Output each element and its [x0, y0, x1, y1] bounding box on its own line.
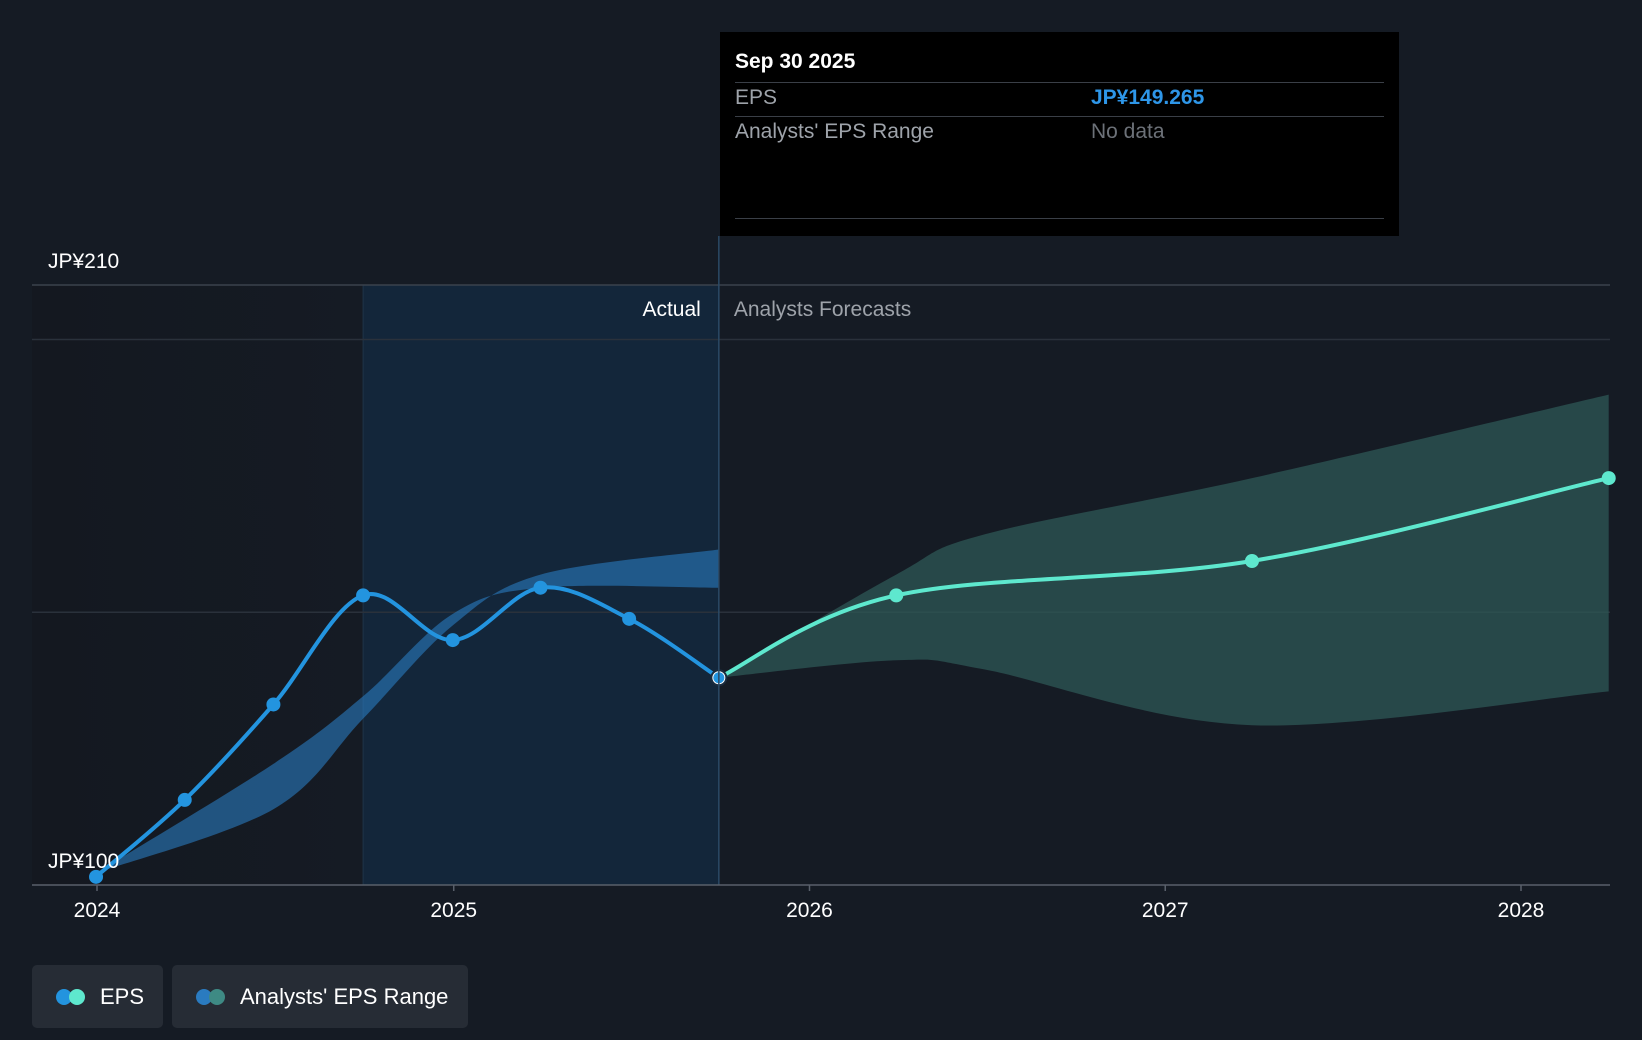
tooltip-date: Sep 30 2025 [735, 50, 856, 73]
eps-forecast-point [1244, 554, 1259, 568]
legend-eps-swatch [56, 988, 86, 1005]
hover-tooltip: Sep 30 2025 EPS JP¥149.265 Analysts' EPS… [720, 32, 1399, 236]
y-axis-bottom-label: JP¥100 [48, 850, 119, 873]
forecast-label: Analysts Forecasts [734, 298, 911, 321]
tooltip-eps-key: EPS [735, 86, 778, 109]
tooltip-divider [735, 116, 1384, 117]
eps-forecast-point [889, 588, 904, 603]
legend-eps-label: EPS [100, 983, 145, 1009]
x-tick-label: 2027 [1142, 899, 1189, 922]
legend-range-button[interactable]: Analysts' EPS Range [172, 965, 468, 1028]
eps-actual-point [622, 611, 637, 626]
eps-actual-point [266, 697, 281, 712]
past-background [32, 285, 364, 885]
x-tick-label: 2026 [786, 899, 833, 922]
legend-range-swatch [196, 988, 226, 1005]
x-tick-label: 2024 [74, 899, 121, 922]
tooltip-divider [735, 218, 1384, 219]
tooltip-eps-value: JP¥149.265 [1091, 86, 1205, 109]
actual-label: Actual [642, 298, 700, 321]
tooltip-range-key: Analysts' EPS Range [735, 120, 934, 143]
x-axis-ticks: 2024 2025 2026 2027 2028 [74, 885, 1545, 922]
eps-actual-point [177, 792, 192, 807]
legend-eps-button[interactable]: EPS [32, 965, 163, 1028]
eps-actual-point [533, 580, 548, 595]
y-axis-top-label: JP¥210 [48, 250, 119, 273]
eps-actual-point [445, 633, 460, 648]
forecast-range-band [718, 394, 1609, 726]
x-tick-label: 2025 [430, 899, 477, 922]
tooltip-divider [735, 82, 1384, 83]
eps-actual-point [356, 588, 371, 603]
legend-range-label: Analysts' EPS Range [240, 983, 449, 1009]
x-tick-label: 2028 [1498, 899, 1545, 922]
tooltip-range-value: No data [1091, 120, 1165, 143]
eps-forecast-point [1601, 471, 1616, 486]
